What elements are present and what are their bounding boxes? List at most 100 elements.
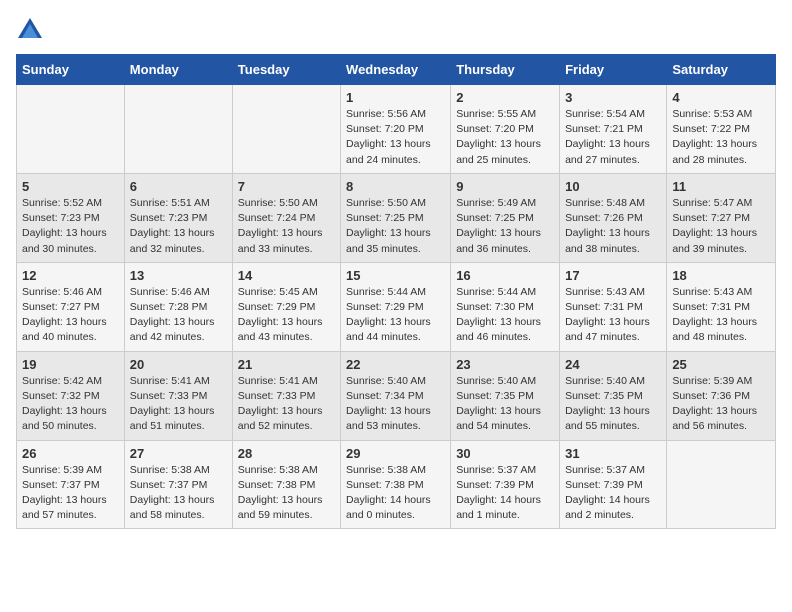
day-number: 10 — [565, 179, 661, 194]
week-row-3: 12 Sunrise: 5:46 AM Sunset: 7:27 PM Dayli… — [17, 262, 776, 351]
logo-icon — [16, 16, 44, 44]
calendar-cell: 24 Sunrise: 5:40 AM Sunset: 7:35 PM Dayli… — [560, 351, 667, 440]
day-number: 27 — [130, 446, 227, 461]
calendar-cell: 19Sunrise: 5:42 AM Sunset: 7:32 PM Dayli… — [17, 351, 125, 440]
calendar-cell: 26Sunrise: 5:39 AM Sunset: 7:37 PM Dayli… — [17, 440, 125, 529]
header-row: SundayMondayTuesdayWednesdayThursdayFrid… — [17, 55, 776, 85]
calendar-cell: 31 Sunrise: 5:37 AM Sunset: 7:39 PM Dayli… — [560, 440, 667, 529]
day-number: 21 — [238, 357, 335, 372]
day-info: Sunrise: 5:41 AM Sunset: 7:33 PM Dayligh… — [238, 374, 335, 435]
day-number: 29 — [346, 446, 445, 461]
calendar-cell: 15Sunrise: 5:44 AM Sunset: 7:29 PM Dayli… — [341, 262, 451, 351]
page-header — [16, 16, 776, 44]
day-info: Sunrise: 5:46 AM Sunset: 7:27 PM Dayligh… — [22, 285, 119, 346]
header-day-saturday: Saturday — [667, 55, 776, 85]
header-day-thursday: Thursday — [451, 55, 560, 85]
day-number: 3 — [565, 90, 661, 105]
calendar-cell: 8 Sunrise: 5:50 AM Sunset: 7:25 PM Daylig… — [341, 173, 451, 262]
day-number: 6 — [130, 179, 227, 194]
day-info: Sunrise: 5:53 AM Sunset: 7:22 PM Dayligh… — [672, 107, 770, 168]
day-number: 19 — [22, 357, 119, 372]
calendar-cell: 5 Sunrise: 5:52 AM Sunset: 7:23 PM Daylig… — [17, 173, 125, 262]
day-number: 15 — [346, 268, 445, 283]
day-info: Sunrise: 5:41 AM Sunset: 7:33 PM Dayligh… — [130, 374, 227, 435]
day-number: 22 — [346, 357, 445, 372]
day-number: 8 — [346, 179, 445, 194]
day-info: Sunrise: 5:43 AM Sunset: 7:31 PM Dayligh… — [672, 285, 770, 346]
day-info: Sunrise: 5:51 AM Sunset: 7:23 PM Dayligh… — [130, 196, 227, 257]
day-number: 4 — [672, 90, 770, 105]
day-info: Sunrise: 5:50 AM Sunset: 7:24 PM Dayligh… — [238, 196, 335, 257]
day-info: Sunrise: 5:56 AM Sunset: 7:20 PM Dayligh… — [346, 107, 445, 168]
calendar-cell: 21 Sunrise: 5:41 AM Sunset: 7:33 PM Dayli… — [232, 351, 340, 440]
calendar-cell: 27 Sunrise: 5:38 AM Sunset: 7:37 PM Dayli… — [124, 440, 232, 529]
calendar-cell: 9 Sunrise: 5:49 AM Sunset: 7:25 PM Daylig… — [451, 173, 560, 262]
calendar-cell — [667, 440, 776, 529]
calendar-cell — [124, 85, 232, 174]
day-info: Sunrise: 5:37 AM Sunset: 7:39 PM Dayligh… — [456, 463, 554, 524]
day-number: 1 — [346, 90, 445, 105]
day-info: Sunrise: 5:40 AM Sunset: 7:35 PM Dayligh… — [456, 374, 554, 435]
day-info: Sunrise: 5:38 AM Sunset: 7:38 PM Dayligh… — [238, 463, 335, 524]
day-number: 16 — [456, 268, 554, 283]
day-info: Sunrise: 5:39 AM Sunset: 7:36 PM Dayligh… — [672, 374, 770, 435]
day-info: Sunrise: 5:38 AM Sunset: 7:38 PM Dayligh… — [346, 463, 445, 524]
day-number: 23 — [456, 357, 554, 372]
day-info: Sunrise: 5:50 AM Sunset: 7:25 PM Dayligh… — [346, 196, 445, 257]
day-info: Sunrise: 5:49 AM Sunset: 7:25 PM Dayligh… — [456, 196, 554, 257]
day-number: 31 — [565, 446, 661, 461]
day-info: Sunrise: 5:45 AM Sunset: 7:29 PM Dayligh… — [238, 285, 335, 346]
day-number: 26 — [22, 446, 119, 461]
calendar-cell: 14Sunrise: 5:45 AM Sunset: 7:29 PM Dayli… — [232, 262, 340, 351]
day-number: 12 — [22, 268, 119, 283]
calendar-cell: 25 Sunrise: 5:39 AM Sunset: 7:36 PM Dayli… — [667, 351, 776, 440]
day-info: Sunrise: 5:55 AM Sunset: 7:20 PM Dayligh… — [456, 107, 554, 168]
header-day-monday: Monday — [124, 55, 232, 85]
week-row-4: 19Sunrise: 5:42 AM Sunset: 7:32 PM Dayli… — [17, 351, 776, 440]
day-info: Sunrise: 5:52 AM Sunset: 7:23 PM Dayligh… — [22, 196, 119, 257]
week-row-5: 26Sunrise: 5:39 AM Sunset: 7:37 PM Dayli… — [17, 440, 776, 529]
header-day-sunday: Sunday — [17, 55, 125, 85]
calendar-cell — [17, 85, 125, 174]
calendar-cell: 20Sunrise: 5:41 AM Sunset: 7:33 PM Dayli… — [124, 351, 232, 440]
calendar-cell — [232, 85, 340, 174]
day-number: 2 — [456, 90, 554, 105]
day-info: Sunrise: 5:40 AM Sunset: 7:34 PM Dayligh… — [346, 374, 445, 435]
day-info: Sunrise: 5:54 AM Sunset: 7:21 PM Dayligh… — [565, 107, 661, 168]
calendar-cell: 4 Sunrise: 5:53 AM Sunset: 7:22 PM Daylig… — [667, 85, 776, 174]
calendar-table: SundayMondayTuesdayWednesdayThursdayFrid… — [16, 54, 776, 529]
calendar-cell: 1 Sunrise: 5:56 AM Sunset: 7:20 PM Daylig… — [341, 85, 451, 174]
day-info: Sunrise: 5:44 AM Sunset: 7:30 PM Dayligh… — [456, 285, 554, 346]
calendar-cell: 17Sunrise: 5:43 AM Sunset: 7:31 PM Dayli… — [560, 262, 667, 351]
day-info: Sunrise: 5:37 AM Sunset: 7:39 PM Dayligh… — [565, 463, 661, 524]
day-number: 17 — [565, 268, 661, 283]
day-info: Sunrise: 5:40 AM Sunset: 7:35 PM Dayligh… — [565, 374, 661, 435]
day-info: Sunrise: 5:48 AM Sunset: 7:26 PM Dayligh… — [565, 196, 661, 257]
day-number: 11 — [672, 179, 770, 194]
calendar-cell: 29 Sunrise: 5:38 AM Sunset: 7:38 PM Dayli… — [341, 440, 451, 529]
day-number: 30 — [456, 446, 554, 461]
header-day-tuesday: Tuesday — [232, 55, 340, 85]
day-info: Sunrise: 5:46 AM Sunset: 7:28 PM Dayligh… — [130, 285, 227, 346]
calendar-cell: 10 Sunrise: 5:48 AM Sunset: 7:26 PM Dayli… — [560, 173, 667, 262]
header-day-friday: Friday — [560, 55, 667, 85]
calendar-cell: 2 Sunrise: 5:55 AM Sunset: 7:20 PM Daylig… — [451, 85, 560, 174]
calendar-cell: 30 Sunrise: 5:37 AM Sunset: 7:39 PM Dayli… — [451, 440, 560, 529]
day-number: 9 — [456, 179, 554, 194]
day-number: 25 — [672, 357, 770, 372]
day-number: 13 — [130, 268, 227, 283]
calendar-cell: 28Sunrise: 5:38 AM Sunset: 7:38 PM Dayli… — [232, 440, 340, 529]
day-number: 18 — [672, 268, 770, 283]
header-day-wednesday: Wednesday — [341, 55, 451, 85]
day-number: 5 — [22, 179, 119, 194]
calendar-cell: 22 Sunrise: 5:40 AM Sunset: 7:34 PM Dayli… — [341, 351, 451, 440]
logo — [16, 16, 48, 44]
day-info: Sunrise: 5:38 AM Sunset: 7:37 PM Dayligh… — [130, 463, 227, 524]
calendar-cell: 12 Sunrise: 5:46 AM Sunset: 7:27 PM Dayli… — [17, 262, 125, 351]
week-row-1: 1 Sunrise: 5:56 AM Sunset: 7:20 PM Daylig… — [17, 85, 776, 174]
calendar-cell: 13 Sunrise: 5:46 AM Sunset: 7:28 PM Dayli… — [124, 262, 232, 351]
week-row-2: 5 Sunrise: 5:52 AM Sunset: 7:23 PM Daylig… — [17, 173, 776, 262]
calendar-cell: 3 Sunrise: 5:54 AM Sunset: 7:21 PM Daylig… — [560, 85, 667, 174]
day-number: 24 — [565, 357, 661, 372]
calendar-cell: 11Sunrise: 5:47 AM Sunset: 7:27 PM Dayli… — [667, 173, 776, 262]
